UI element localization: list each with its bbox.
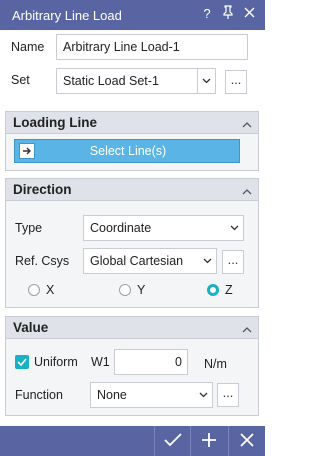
set-label: Set [11, 73, 30, 87]
select-lines-button[interactable]: Select Line(s) [14, 139, 240, 163]
collapse-icon[interactable] [242, 118, 252, 128]
uniform-label: Uniform [34, 355, 78, 369]
axis-y-label: Y [137, 283, 146, 297]
action-bar [0, 426, 265, 456]
collapse-icon[interactable] [242, 323, 252, 333]
axis-z-label: Z [225, 283, 233, 297]
type-select-value: Coordinate [90, 221, 152, 235]
pin-icon[interactable] [219, 5, 237, 23]
w1-label: W1 [91, 355, 110, 369]
uniform-checkbox[interactable]: Uniform [15, 355, 78, 369]
cancel-button[interactable] [228, 426, 265, 456]
collapse-icon[interactable] [242, 185, 252, 195]
direction-panel: Direction Type Coordinate Ref. Csys Glob… [5, 178, 259, 308]
radio-icon [28, 284, 40, 296]
loading-line-header[interactable]: Loading Line [6, 112, 258, 134]
type-select[interactable]: Coordinate [83, 215, 244, 241]
plus-icon [201, 432, 217, 451]
value-panel: Value Uniform W1 0 N/m Function None ... [5, 316, 259, 416]
name-field[interactable]: Arbitrary Line Load-1 [56, 34, 248, 60]
csys-browse-button[interactable]: ... [222, 250, 244, 274]
select-lines-label: Select Line(s) [89, 144, 167, 158]
w1-input[interactable]: 0 [114, 349, 188, 375]
checkbox-checked-icon [15, 355, 29, 369]
name-label: Name [11, 40, 45, 54]
chevron-down-icon [225, 216, 243, 240]
dialog-title: Arbitrary Line Load [12, 8, 122, 23]
function-browse-button[interactable]: ... [217, 383, 239, 407]
set-select-value: Static Load Set-1 [63, 74, 159, 88]
close-icon[interactable] [240, 5, 258, 23]
axis-x-label: X [46, 283, 55, 297]
direction-header[interactable]: Direction [6, 179, 258, 201]
loading-line-title: Loading Line [13, 115, 97, 130]
chevron-down-icon [198, 249, 216, 273]
value-header[interactable]: Value [6, 317, 258, 339]
axis-radio-z[interactable]: Z [207, 283, 233, 297]
csys-select[interactable]: Global Cartesian [83, 248, 217, 274]
confirm-button[interactable] [154, 426, 190, 456]
close-icon [240, 432, 254, 450]
function-select-value: None [97, 388, 127, 402]
function-select[interactable]: None [90, 382, 213, 408]
radio-icon [119, 284, 131, 296]
set-browse-button[interactable]: ... [225, 70, 247, 94]
radio-selected-icon [207, 284, 219, 296]
set-select[interactable]: Static Load Set-1 [56, 68, 216, 94]
function-label: Function [15, 388, 63, 402]
csys-label: Ref. Csys [15, 254, 70, 268]
csys-select-value: Global Cartesian [90, 254, 184, 268]
chevron-down-icon [194, 383, 212, 407]
question-icon[interactable]: ? [198, 5, 216, 23]
value-title: Value [13, 320, 49, 335]
axis-radio-y[interactable]: Y [119, 283, 145, 297]
chevron-down-icon [197, 69, 215, 93]
unit-label: N/m [204, 357, 227, 371]
dialog-titlebar: Arbitrary Line Load ? [0, 0, 265, 30]
loading-line-panel: Loading Line Select Line(s) [5, 111, 259, 171]
direction-title: Direction [13, 182, 72, 197]
checkmark-icon [163, 432, 182, 450]
type-label: Type [15, 221, 43, 235]
add-button[interactable] [190, 426, 226, 456]
axis-radio-x[interactable]: X [28, 283, 54, 297]
